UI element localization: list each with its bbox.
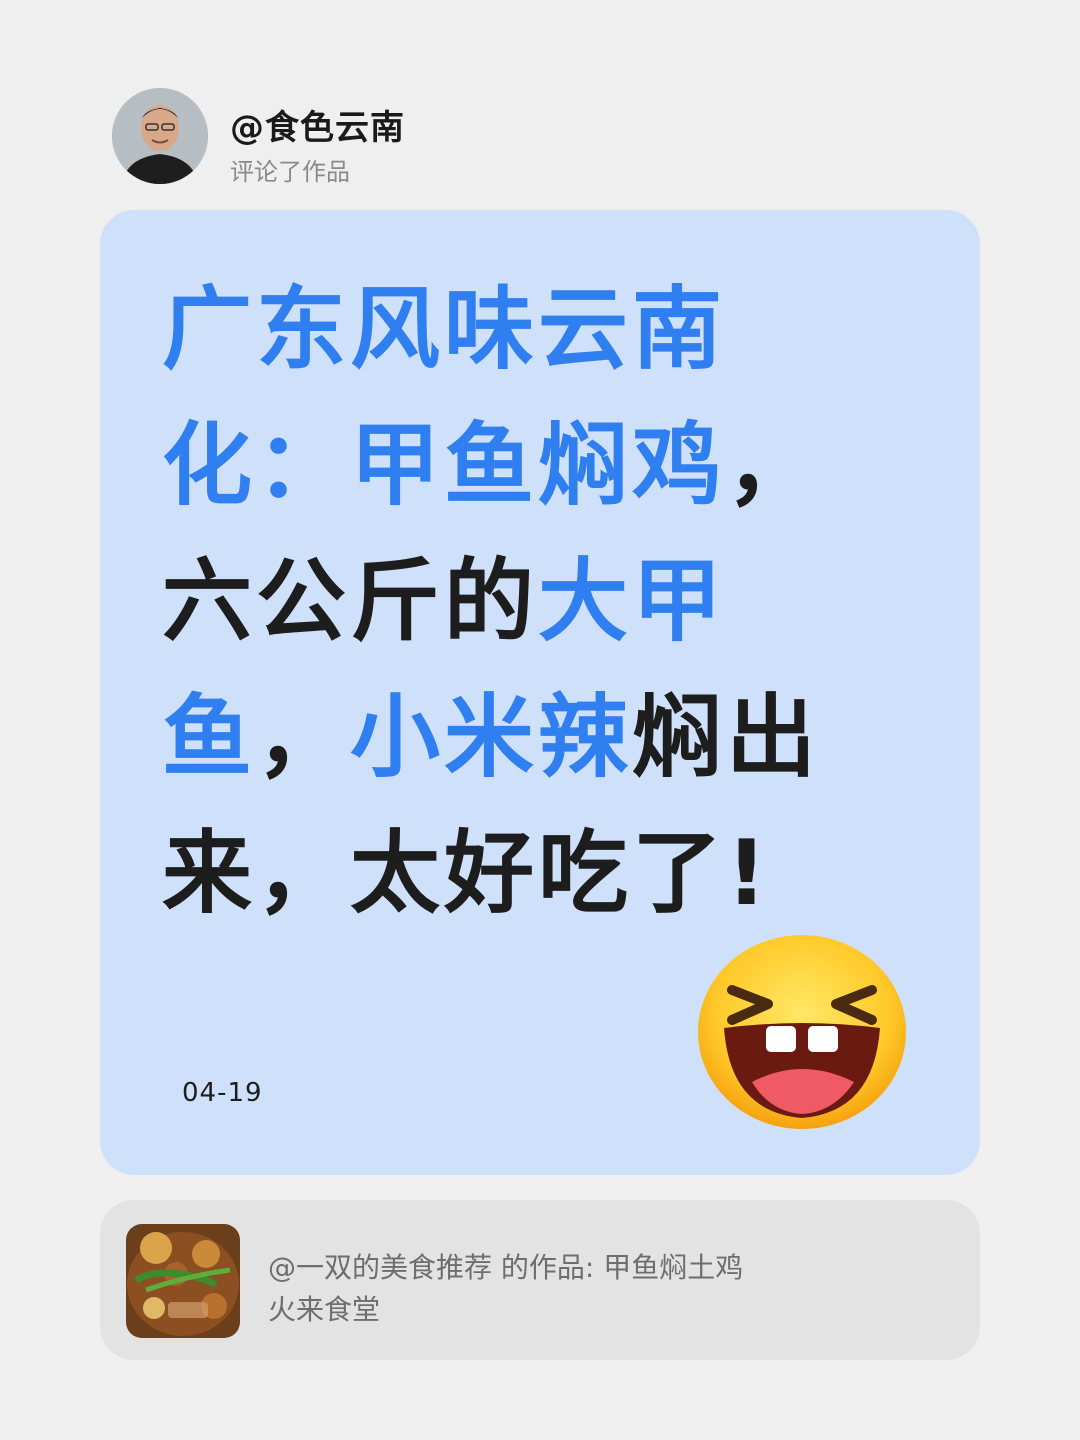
comment-segment: ， [256, 685, 350, 790]
comment-date: 04-19 [182, 1078, 263, 1108]
username[interactable]: @食色云南 [230, 100, 405, 149]
action-text: 评论了作品 [230, 158, 350, 186]
referenced-work-title[interactable]: @一双的美食推荐 的作品: 甲鱼焖土鸡 [268, 1246, 743, 1286]
avatar[interactable] [112, 88, 208, 184]
laughing-face-icon [694, 932, 910, 1132]
comment-card: 广东风味云南化：甲鱼焖鸡，六公斤的大甲鱼，小米辣焖出来，太好吃了! 04-19 [100, 210, 980, 1175]
comment-text: 广东风味云南化：甲鱼焖鸡，六公斤的大甲鱼，小米辣焖出来，太好吃了! [162, 262, 882, 942]
avatar-photo [112, 88, 208, 184]
comment-segment: 小米辣 [350, 685, 632, 790]
referenced-work-thumbnail[interactable] [126, 1224, 240, 1338]
comment-segment: 甲鱼焖鸡 [350, 413, 726, 518]
referenced-work-card[interactable]: @一双的美食推荐 的作品: 甲鱼焖土鸡 火来食堂 [100, 1200, 980, 1360]
referenced-work-subtitle: 火来食堂 [268, 1293, 381, 1326]
comment-header: @食色云南 评论了作品 [112, 88, 812, 186]
